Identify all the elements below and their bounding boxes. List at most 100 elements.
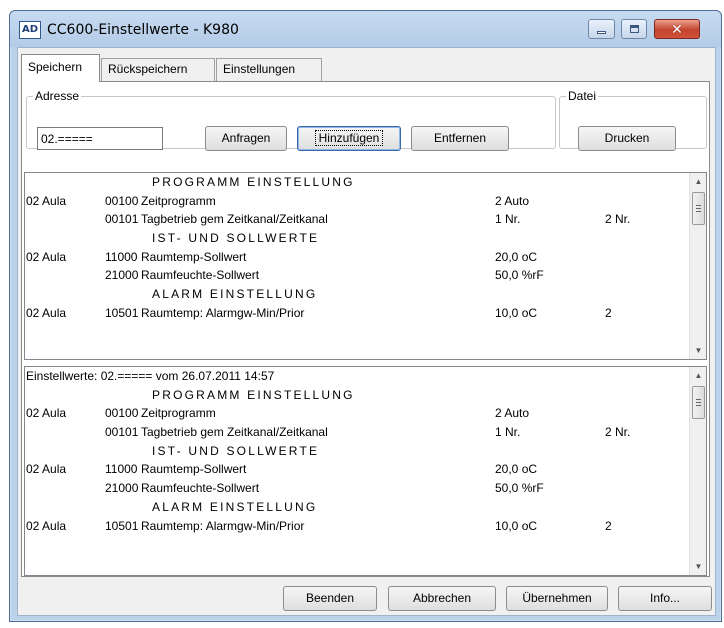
section-header-row[interactable]: PROGRAMM EINSTELLUNG (25, 386, 689, 405)
tab-rueckspeichern[interactable]: Rückspeichern (101, 58, 215, 81)
section-header-row[interactable]: PROGRAMM EINSTELLUNG (25, 173, 689, 192)
app-logo-icon: AD (19, 21, 41, 39)
list-item[interactable]: 02 Aula 11000 Raumtemp-Sollwert 20,0 oC (25, 248, 689, 267)
title-bar[interactable]: AD CC600-Einstellwerte - K980 ✕ (10, 11, 721, 47)
list-item[interactable]: 21000 Raumfeuchte-Sollwert 50,0 %rF (25, 479, 689, 498)
grip-line (696, 405, 701, 406)
scroll-down-icon[interactable]: ▼ (690, 558, 706, 575)
description-cell: Raumtemp: Alarmgw-Min/Prior (141, 305, 305, 320)
tab-panel-speichern: Adresse Anfragen Hinzufügen Entfernen Da… (21, 81, 710, 577)
scroll-up-icon[interactable]: ▲ (690, 173, 706, 190)
value-cell: 20,0 oC (495, 249, 538, 264)
settings-list-rows: PROGRAMM EINSTELLUNG 02 Aula 00100 Zeitprog… (25, 173, 689, 359)
maximize-button[interactable] (621, 19, 647, 39)
location-cell: 02 Aula (26, 518, 67, 533)
settings-list-scrollbar[interactable]: ▲ ▼ (689, 173, 706, 359)
location-cell: 02 Aula (26, 406, 67, 421)
tab-speichern[interactable]: Speichern (21, 54, 100, 82)
description-cell: Zeitprogramm (141, 406, 216, 421)
code-cell: 00101 (105, 212, 139, 227)
scroll-thumb[interactable] (692, 192, 705, 225)
code-cell: 21000 (105, 268, 139, 283)
code-cell: 00100 (105, 193, 139, 208)
location-cell: 02 Aula (26, 193, 67, 208)
code-cell: 00101 (105, 425, 139, 440)
grip-line (696, 211, 701, 212)
value-cell: 1 Nr. (495, 212, 521, 227)
section-header-row[interactable]: ALARM EINSTELLUNG (25, 285, 689, 304)
description-cell: Zeitprogramm (141, 193, 216, 208)
grip-line (696, 205, 701, 206)
description-cell: Tagbetrieb gem Zeitkanal/Zeitkanal (141, 425, 328, 440)
list-item[interactable]: 02 Aula 11000 Raumtemp-Sollwert 20,0 oC (25, 460, 689, 479)
list-item[interactable]: 02 Aula 10501 Raumtemp: Alarmgw-Min/Prior 1… (25, 517, 689, 536)
value-cell: 20,0 oC (495, 462, 538, 477)
grip-line (696, 208, 701, 209)
code-cell: 00100 (105, 406, 139, 421)
location-cell: 02 Aula (26, 249, 67, 264)
description-cell: Tagbetrieb gem Zeitkanal/Zeitkanal (141, 212, 328, 227)
section-header: IST- UND SOLLWERTE (152, 443, 320, 458)
list-item[interactable]: 02 Aula 00100 Zeitprogramm 2 Auto (25, 192, 689, 211)
section-header: ALARM EINSTELLUNG (152, 499, 318, 514)
section-header: PROGRAMM EINSTELLUNG (152, 387, 355, 402)
section-header-row[interactable]: IST- UND SOLLWERTE (25, 442, 689, 461)
settings-list[interactable]: PROGRAMM EINSTELLUNG 02 Aula 00100 Zeitprog… (24, 172, 707, 360)
description-cell: Raumtemp: Alarmgw-Min/Prior (141, 518, 305, 533)
address-group: Adresse Anfragen Hinzufügen Entfernen (26, 89, 556, 151)
list-item[interactable]: Einstellwerte: 02.===== vom 26.07.2011 1… (25, 367, 689, 386)
stored-settings-list[interactable]: Einstellwerte: 02.===== vom 26.07.2011 1… (24, 366, 707, 576)
list-item[interactable]: 02 Aula 00100 Zeitprogramm 2 Auto (25, 404, 689, 423)
window-title: CC600-Einstellwerte - K980 (47, 22, 239, 38)
value-cell: 50,0 %rF (495, 481, 544, 496)
code-cell: 10501 (105, 518, 139, 533)
value-cell: 1 Nr. (495, 425, 521, 440)
dialog-button-bar: Beenden Abbrechen Übernehmen Info... (18, 577, 717, 617)
dialog-client-area: Speichern Rückspeichern Einstellungen Ad… (17, 47, 716, 616)
section-header-row[interactable]: ALARM EINSTELLUNG (25, 498, 689, 517)
close-button[interactable]: ✕ (654, 19, 700, 39)
drucken-button[interactable]: Drucken (578, 126, 676, 151)
value2-cell: 2 Nr. (605, 425, 631, 440)
scroll-down-icon[interactable]: ▼ (690, 342, 706, 359)
location-cell: 02 Aula (26, 305, 67, 320)
section-header: IST- UND SOLLWERTE (152, 231, 320, 246)
grip-line (696, 399, 701, 400)
beenden-button[interactable]: Beenden (283, 586, 377, 611)
stored-settings-list-scrollbar[interactable]: ▲ ▼ (689, 367, 706, 575)
scroll-up-icon[interactable]: ▲ (690, 367, 706, 384)
address-group-legend: Adresse (35, 89, 80, 103)
value2-cell: 2 Nr. (605, 212, 631, 227)
description-cell: Raumtemp-Sollwert (141, 249, 247, 264)
value-cell: 2 Auto (495, 406, 530, 421)
info-button[interactable]: Info... (618, 586, 712, 611)
section-header: ALARM EINSTELLUNG (152, 287, 318, 302)
list-item[interactable]: 02 Aula 10501 Raumtemp: Alarmgw-Min/Prior 1… (25, 304, 689, 323)
datei-group-legend: Datei (568, 89, 597, 103)
entfernen-button[interactable]: Entfernen (411, 126, 509, 151)
value-cell: 50,0 %rF (495, 268, 544, 283)
list-item[interactable]: 21000 Raumfeuchte-Sollwert 50,0 %rF (25, 266, 689, 285)
description-cell: Raumtemp-Sollwert (141, 462, 247, 477)
address-input[interactable] (37, 127, 163, 150)
abbrechen-button[interactable]: Abbrechen (388, 586, 496, 611)
hinzufuegen-label: Hinzufügen (314, 130, 384, 146)
uebernehmen-button[interactable]: Übernehmen (506, 586, 608, 611)
value-cell: 10,0 oC (495, 305, 538, 320)
code-cell: 10501 (105, 305, 139, 320)
tab-einstellungen[interactable]: Einstellungen (216, 58, 322, 81)
scroll-thumb[interactable] (692, 386, 705, 419)
value-cell: 10,0 oC (495, 518, 538, 533)
list-item[interactable]: 00101 Tagbetrieb gem Zeitkanal/Zeitkanal 1… (25, 210, 689, 229)
list-item[interactable]: 00101 Tagbetrieb gem Zeitkanal/Zeitkanal 1… (25, 423, 689, 442)
value2-cell: 2 (605, 305, 612, 320)
grip-line (696, 402, 701, 403)
close-icon: ✕ (671, 21, 683, 37)
section-header: PROGRAMM EINSTELLUNG (152, 175, 355, 189)
anfragen-button[interactable]: Anfragen (205, 126, 287, 151)
minimize-button[interactable] (588, 19, 615, 39)
datei-group: Datei Drucken (559, 89, 707, 151)
dialog-window: AD CC600-Einstellwerte - K980 ✕ Speicher… (9, 10, 722, 622)
section-header-row[interactable]: IST- UND SOLLWERTE (25, 229, 689, 248)
hinzufuegen-button[interactable]: Hinzufügen (297, 126, 401, 151)
